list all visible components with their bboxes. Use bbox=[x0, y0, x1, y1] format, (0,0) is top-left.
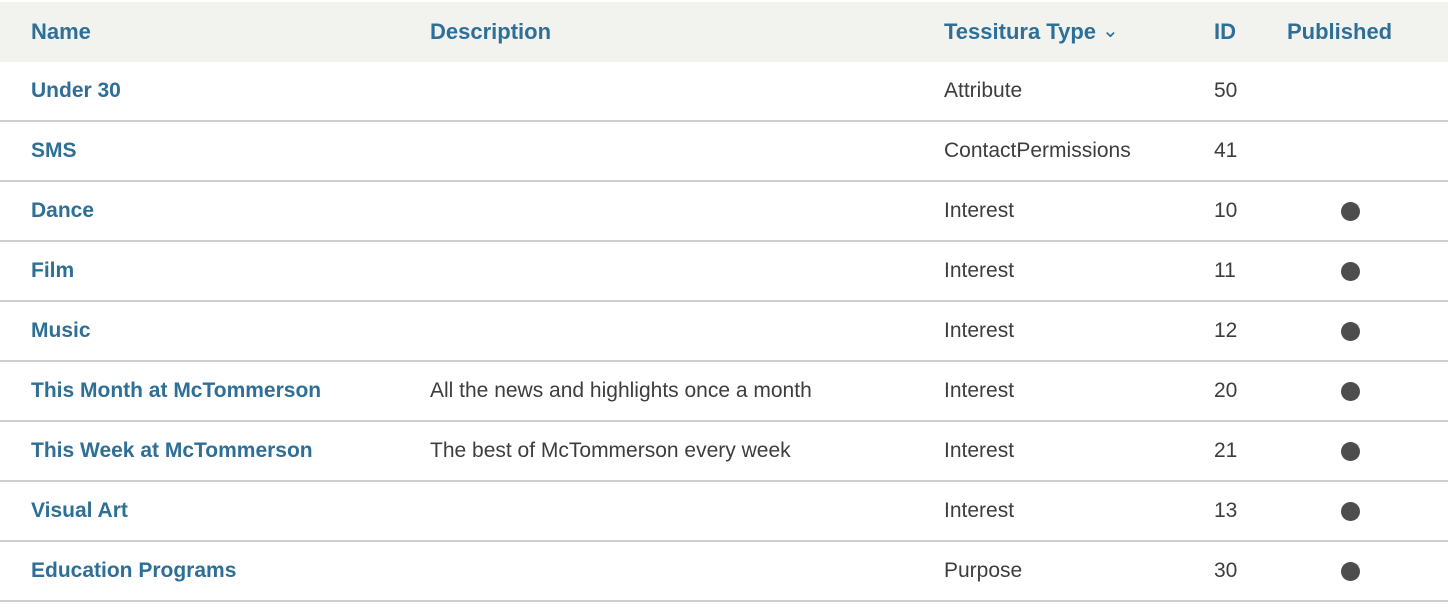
chevron-down-icon: ⌄ bbox=[1102, 20, 1119, 42]
row-tessitura-type: ContactPermissions bbox=[944, 139, 1131, 162]
row-tessitura-type: Interest bbox=[944, 499, 1015, 522]
row-name-link[interactable]: This Week at McTommerson bbox=[31, 439, 313, 463]
row-name-link[interactable]: This Month at McTommerson bbox=[31, 379, 321, 403]
column-header-name[interactable]: Name bbox=[31, 19, 91, 45]
published-indicator-icon bbox=[1341, 321, 1360, 341]
row-name-link[interactable]: SMS bbox=[31, 139, 77, 163]
table-row[interactable]: Education Programs Purpose 30 bbox=[0, 542, 1448, 602]
table-row[interactable]: Dance Interest 10 bbox=[0, 182, 1448, 242]
row-tessitura-type: Interest bbox=[944, 379, 1015, 402]
row-name-link[interactable]: Dance bbox=[31, 199, 94, 223]
row-name-link[interactable]: Music bbox=[31, 319, 91, 343]
row-id: 10 bbox=[1214, 199, 1238, 222]
row-name-link[interactable]: Education Programs bbox=[31, 559, 236, 583]
table-row[interactable]: Film Interest 11 bbox=[0, 242, 1448, 302]
row-tessitura-type: Interest bbox=[944, 199, 1015, 222]
column-header-type-label: Tessitura Type bbox=[944, 19, 1097, 44]
published-indicator-icon bbox=[1341, 261, 1360, 281]
row-tessitura-type: Purpose bbox=[944, 559, 1023, 582]
row-name-link[interactable]: Visual Art bbox=[31, 499, 128, 523]
row-tessitura-type: Interest bbox=[944, 439, 1015, 462]
row-description: The best of McTommerson every week bbox=[430, 439, 791, 462]
table-header: Name Description Tessitura Type ⌄ ID Publ… bbox=[0, 2, 1448, 62]
row-id: 41 bbox=[1214, 139, 1238, 162]
row-id: 20 bbox=[1214, 379, 1238, 402]
row-tessitura-type: Interest bbox=[944, 259, 1015, 282]
published-indicator-icon bbox=[1341, 381, 1360, 401]
row-id: 30 bbox=[1214, 559, 1238, 582]
column-header-published[interactable]: Published bbox=[1287, 19, 1392, 45]
table-row[interactable]: Music Interest 12 bbox=[0, 302, 1448, 362]
table-row[interactable]: This Week at McTommerson The best of McTo… bbox=[0, 422, 1448, 482]
row-description: All the news and highlights once a month bbox=[430, 379, 812, 402]
row-tessitura-type: Attribute bbox=[944, 79, 1023, 102]
row-id: 21 bbox=[1214, 439, 1238, 462]
row-id: 12 bbox=[1214, 319, 1238, 342]
published-indicator-icon bbox=[1341, 441, 1360, 461]
row-id: 13 bbox=[1214, 499, 1238, 522]
table-row[interactable]: This Month at McTommerson All the news an… bbox=[0, 362, 1448, 422]
data-table: Name Description Tessitura Type ⌄ ID Publ… bbox=[0, 2, 1448, 602]
published-indicator-icon bbox=[1341, 561, 1360, 581]
table-body: Under 30 Attribute 50 SMS ContactPermissions… bbox=[0, 62, 1448, 602]
row-tessitura-type: Interest bbox=[944, 319, 1015, 342]
table-row[interactable]: SMS ContactPermissions 41 bbox=[0, 122, 1448, 182]
table-row[interactable]: Visual Art Interest 13 bbox=[0, 482, 1448, 542]
row-id: 11 bbox=[1214, 259, 1236, 282]
published-indicator-icon bbox=[1341, 501, 1360, 521]
column-header-tessitura-type[interactable]: Tessitura Type ⌄ bbox=[944, 19, 1119, 45]
column-header-description[interactable]: Description bbox=[430, 19, 551, 45]
table-row[interactable]: Under 30 Attribute 50 bbox=[0, 62, 1448, 122]
published-indicator-icon bbox=[1341, 201, 1360, 221]
row-name-link[interactable]: Under 30 bbox=[31, 79, 121, 103]
row-name-link[interactable]: Film bbox=[31, 259, 74, 283]
column-header-id[interactable]: ID bbox=[1214, 19, 1236, 45]
row-id: 50 bbox=[1214, 79, 1238, 102]
